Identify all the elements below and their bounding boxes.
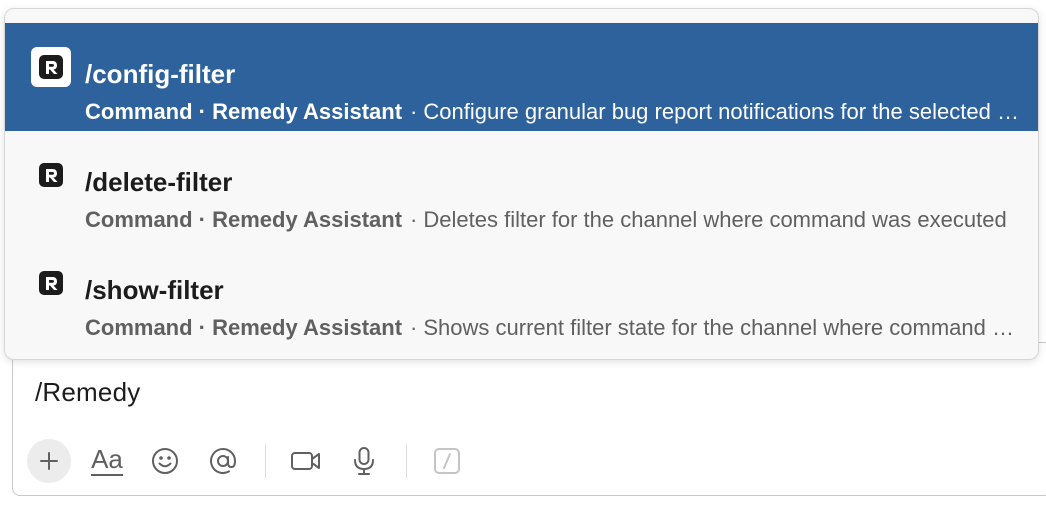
mention-button[interactable] [201,439,245,483]
message-composer[interactable]: /Remedy Aa [12,342,1046,496]
meta-separator: · [410,315,418,340]
command-description: Shows current filter state for the chann… [423,315,1025,340]
command-description: Deletes filter for the channel where com… [423,207,1007,232]
composer-toolbar: Aa [27,439,483,483]
remedy-logo-icon [31,47,71,87]
toolbar-divider-2 [406,444,407,478]
meta-separator: · [410,207,418,232]
composer-input-text[interactable]: /Remedy [35,377,140,408]
command-meta: Command · Remedy Assistant [85,315,403,340]
emoji-button[interactable] [143,439,187,483]
command-name: /delete-filter [85,167,233,197]
formatting-button[interactable]: Aa [85,439,129,483]
command-name: /config-filter [85,59,236,89]
command-details: Command · Remedy Assistant · Shows current… [85,315,1025,341]
video-camera-icon [291,452,320,470]
command-autocomplete-popup: /config-filter Command · Remedy Assistan… [4,8,1039,360]
command-details: Command · Remedy Assistant · Configure gra… [85,99,1025,125]
command-option-delete-filter[interactable]: /delete-filter Command · Remedy Assistan… [5,131,1038,239]
command-meta: Command · Remedy Assistant [85,99,403,124]
app-stage: /Remedy Aa /config-filter Command · Reme… [0,0,1046,506]
audio-button[interactable] [342,439,386,483]
command-meta: Command · Remedy Assistant [85,207,403,232]
formatting-label: Aa [91,444,123,476]
command-details: Command · Remedy Assistant · Deletes filte… [85,207,1025,233]
command-option-show-filter[interactable]: /show-filter Command · Remedy Assistant ·… [5,239,1038,347]
meta-separator: · [410,99,418,124]
attach-plus-button[interactable] [27,439,71,483]
command-option-config-filter[interactable]: /config-filter Command · Remedy Assistan… [5,23,1038,131]
microphone-icon [354,447,374,475]
remedy-logo-icon [31,155,71,195]
slash-command-icon [434,448,460,474]
toolbar-divider [265,444,266,478]
remedy-logo-icon [31,263,71,303]
at-mention-icon [210,448,237,474]
video-button[interactable] [284,439,328,483]
command-description: Configure granular bug report notificati… [423,99,1025,124]
plus-icon [40,452,58,470]
command-name: /show-filter [85,275,224,305]
emoji-icon [152,448,178,474]
slash-command-button[interactable] [425,439,469,483]
